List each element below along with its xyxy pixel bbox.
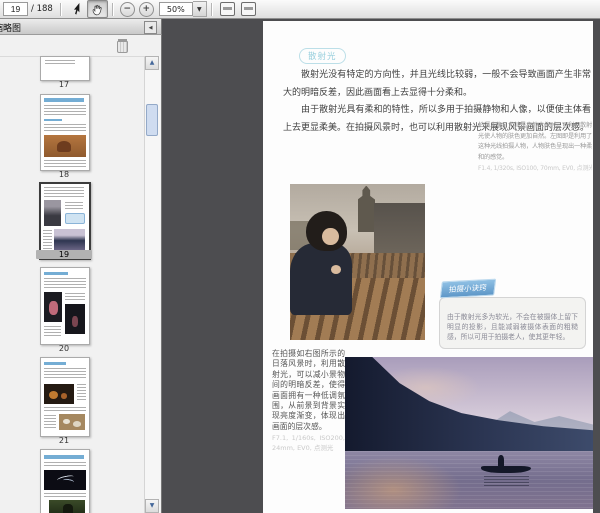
zoom-out-button[interactable]: − xyxy=(119,1,135,17)
thumb-text-lines xyxy=(44,187,84,197)
toolbar: / 188 − + 50% ▼ xyxy=(0,0,600,19)
thumb-text-lines xyxy=(44,462,86,468)
thumb-photo xyxy=(49,500,85,513)
thumb-subheading-bar xyxy=(44,272,68,275)
thumb-text-lines xyxy=(44,278,86,289)
thumbnail-page-20[interactable] xyxy=(40,267,90,345)
paragraph: 散射光没有特定的方向性，并且光线比较弱，一般不会导致画面产生非常大的明暗反差，因… xyxy=(283,70,591,98)
hand-icon xyxy=(92,4,102,15)
fit-width-button[interactable] xyxy=(219,2,235,16)
thumb-subheading-bar xyxy=(44,119,62,121)
section-title-badge: 散射光 xyxy=(299,48,346,64)
photo-person-face xyxy=(322,227,339,245)
thumb-text-lines xyxy=(44,493,86,498)
scroll-down-icon: ▼ xyxy=(149,502,155,509)
thumbnail-page-22[interactable] xyxy=(40,449,90,513)
thumbnail-page-18[interactable] xyxy=(40,94,90,171)
lake-photo xyxy=(345,357,593,509)
zoom-level-input[interactable]: 50% xyxy=(158,2,193,16)
thumbnail-page-21[interactable] xyxy=(40,357,90,437)
thumb-text-lines xyxy=(65,293,85,301)
landscape-caption: 在拍摄如右图所示的日落风景时，利用散射光，可以减小景物间的明暗反差，使得画面拥有… xyxy=(272,349,345,453)
page-number-input[interactable] xyxy=(3,2,28,16)
select-arrow-icon xyxy=(72,3,81,15)
sidebar-scrollbar[interactable]: ▲ ▼ xyxy=(144,56,160,513)
chevron-down-icon: ▼ xyxy=(196,5,202,13)
thumb-photo xyxy=(44,384,74,404)
collapse-arrow-icon: ◀ xyxy=(148,24,153,31)
thumbnail-page-19[interactable] xyxy=(39,182,91,260)
thumbnail-label-17: 17 xyxy=(58,80,70,89)
zoom-in-button[interactable]: + xyxy=(138,1,154,17)
photo-building-right xyxy=(373,202,425,259)
scroll-up-button[interactable]: ▲ xyxy=(145,56,159,70)
toolbar-separator xyxy=(111,2,114,16)
thumbnail-label-19: 19 xyxy=(36,250,92,259)
minus-icon: − xyxy=(123,3,132,14)
toolbar-separator xyxy=(59,2,62,16)
thumb-heading-bar xyxy=(44,98,84,102)
thumb-text-lines xyxy=(77,384,86,400)
thumb-photo xyxy=(59,414,85,430)
thumbnails-panel-header: 缩略图 ◀ xyxy=(0,19,162,35)
zoom-dropdown-button[interactable]: ▼ xyxy=(192,1,207,17)
document-view-area: 散射光 散射光没有特定的方向性，并且光线比较弱，一般不会导致画面产生非常大的明暗… xyxy=(162,19,600,513)
panel-title: 缩略图 xyxy=(0,24,22,34)
scrollbar-thumb[interactable] xyxy=(146,104,158,136)
thumb-subheading-bar xyxy=(44,362,66,365)
thumb-text-lines xyxy=(44,368,86,380)
thumbnail-label-21: 21 xyxy=(58,436,70,445)
thumb-text-lines xyxy=(45,60,75,66)
collapse-panel-button[interactable]: ◀ xyxy=(144,21,157,34)
photo-boat-reflection xyxy=(483,475,529,487)
thumbnail-label-20: 20 xyxy=(58,344,70,353)
thumb-photo xyxy=(44,200,61,226)
thumb-text-lines xyxy=(44,105,86,117)
thumb-tip-box xyxy=(65,213,85,224)
hand-tool-button[interactable] xyxy=(86,0,108,18)
toolbar-separator xyxy=(210,2,213,16)
thumbnails-sidebar: 17 18 19 20 21 ▲ ▼ xyxy=(0,35,162,513)
portrait-photo xyxy=(290,184,425,340)
thumb-photo xyxy=(44,135,86,157)
scroll-down-button[interactable]: ▼ xyxy=(145,499,159,513)
thumb-text-lines xyxy=(44,160,86,167)
photo-person-body xyxy=(290,243,353,316)
thumbnails-toolbar xyxy=(0,35,146,57)
photo-tower xyxy=(357,185,376,233)
thumb-heading-bar xyxy=(44,455,84,459)
thumb-text-lines xyxy=(65,202,83,210)
scroll-up-icon: ▲ xyxy=(149,59,155,66)
pdf-viewer-window: / 188 − + 50% ▼ 缩略图 ◀ 17 xyxy=(0,0,600,513)
caption-text: 拍摄人像，尤其是户外人像时，可利用散射光使人物的肤色更加自然。左图即是利用了这种… xyxy=(478,122,592,161)
thumb-text-lines xyxy=(44,415,56,429)
thumb-text-lines xyxy=(44,124,86,132)
thumb-photo xyxy=(44,470,86,490)
thumbnail-page-17[interactable] xyxy=(40,56,90,81)
thumb-text-lines xyxy=(44,407,86,412)
fit-page-button[interactable] xyxy=(240,2,256,16)
plus-icon: + xyxy=(142,3,151,14)
thumb-text-lines xyxy=(43,230,52,250)
camera-settings: F1.4, 1/320s, ISO100, 70mm, EV0, 点测光 xyxy=(478,165,592,173)
tip-box: 由于散射光多为软光，不会在被摄体上留下明显的投影，且能减弱被摄体表面的粗糙感，所… xyxy=(439,297,586,349)
photo-boatman xyxy=(497,455,504,468)
thumb-photo xyxy=(54,229,85,250)
camera-settings: F7.1, 1/160s, ISO200, 24mm, EV0, 点测光 xyxy=(272,434,345,453)
thumb-photo xyxy=(65,304,85,334)
delete-page-icon[interactable] xyxy=(117,39,128,53)
caption-text: 在拍摄如右图所示的日落风景时，利用散射光，可以减小景物间的明暗反差，使得画面拥有… xyxy=(272,349,345,431)
thumb-photo xyxy=(44,292,62,322)
thumb-text-lines xyxy=(44,326,61,338)
portrait-caption: 拍摄人像，尤其是户外人像时，可利用散射光使人物的肤色更加自然。左图即是利用了这种… xyxy=(478,121,592,175)
photo-sunset-glow xyxy=(345,455,462,509)
select-tool-button[interactable] xyxy=(66,0,87,18)
pdf-page[interactable]: 散射光 散射光没有特定的方向性，并且光线比较弱，一般不会导致画面产生非常大的明暗… xyxy=(263,21,593,513)
tip-badge: 拍摄小诀窍 xyxy=(439,278,496,299)
page-total-label: / 188 xyxy=(31,4,53,14)
thumbnail-label-18: 18 xyxy=(58,170,70,179)
